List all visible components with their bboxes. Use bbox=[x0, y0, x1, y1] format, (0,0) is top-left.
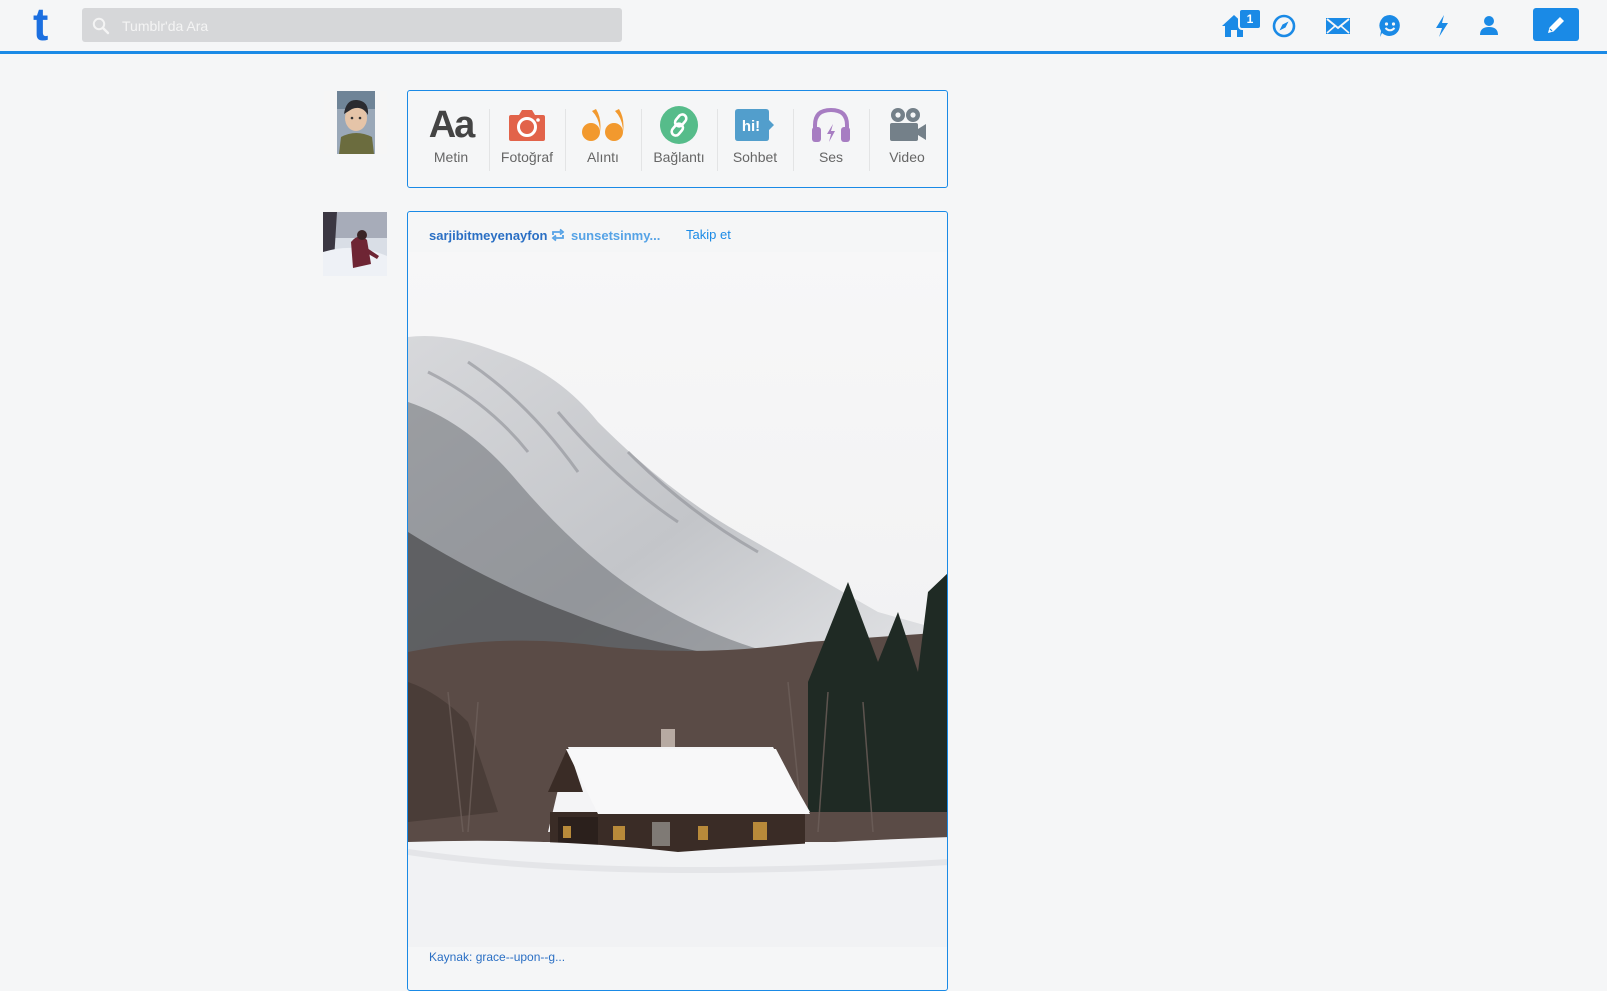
tumblr-logo[interactable]: t bbox=[33, 1, 63, 47]
post-type-audio[interactable]: Ses bbox=[793, 103, 869, 179]
reblog-icon bbox=[551, 228, 565, 242]
search-box[interactable] bbox=[82, 8, 622, 44]
headphones-icon bbox=[793, 103, 869, 147]
svg-text:hi!: hi! bbox=[742, 118, 760, 135]
person-icon[interactable] bbox=[1479, 13, 1501, 39]
post-type-chat[interactable]: hi! Sohbet bbox=[717, 103, 793, 179]
lightning-icon[interactable] bbox=[1433, 13, 1453, 39]
user-avatar[interactable] bbox=[324, 91, 387, 154]
follow-button[interactable]: Takip et bbox=[686, 227, 731, 242]
post-type-label: Metin bbox=[433, 149, 469, 165]
reblogged-from-name[interactable]: sunsetsinmy... bbox=[571, 228, 660, 243]
compass-icon[interactable] bbox=[1271, 13, 1299, 39]
text-icon: Aa bbox=[428, 103, 476, 146]
post-type-label: Video bbox=[889, 149, 925, 165]
post-type-link[interactable]: Bağlantı bbox=[641, 103, 717, 179]
compose-button[interactable] bbox=[1533, 8, 1579, 41]
post-type-video[interactable]: Video bbox=[869, 103, 945, 179]
search-input[interactable] bbox=[120, 8, 614, 44]
search-icon bbox=[92, 17, 110, 35]
top-navbar: t 1 bbox=[0, 0, 1607, 54]
post-photo[interactable] bbox=[408, 252, 948, 947]
post-author-avatar[interactable] bbox=[323, 212, 387, 276]
post-type-photo[interactable]: Fotoğraf bbox=[489, 103, 565, 179]
post-type-quote[interactable]: Alıntı bbox=[565, 103, 641, 179]
post-type-label: Sohbet bbox=[732, 149, 778, 165]
smiley-icon[interactable] bbox=[1377, 13, 1405, 39]
camera-icon bbox=[489, 103, 565, 147]
link-icon bbox=[641, 103, 717, 147]
post-type-label: Fotoğraf bbox=[500, 149, 554, 165]
video-camera-icon bbox=[869, 103, 945, 147]
post-type-bar: Aa Metin Fotoğraf Alıntı Bağlantı hi! So… bbox=[407, 90, 948, 188]
chat-icon: hi! bbox=[717, 103, 793, 147]
mail-icon[interactable] bbox=[1324, 13, 1352, 39]
dashboard-post: sarjibitmeyenayfon sunsetsinmy... Takip … bbox=[407, 211, 948, 991]
home-notification-badge: 1 bbox=[1238, 8, 1262, 30]
post-blog-name[interactable]: sarjibitmeyenayfon bbox=[429, 228, 548, 243]
post-type-label: Bağlantı bbox=[653, 149, 705, 165]
pencil-icon bbox=[1548, 17, 1564, 33]
post-type-label: Alıntı bbox=[587, 149, 619, 165]
post-type-label: Ses bbox=[818, 149, 844, 165]
post-source-link[interactable]: Kaynak: grace--upon--g... bbox=[429, 950, 565, 964]
post-type-text[interactable]: Aa Metin bbox=[413, 103, 489, 179]
quote-icon bbox=[565, 103, 641, 147]
